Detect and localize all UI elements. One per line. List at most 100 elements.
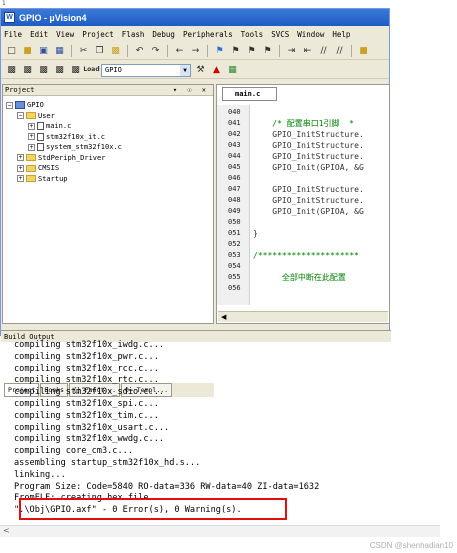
comment-icon[interactable]: //	[317, 45, 330, 58]
tree-item[interactable]: + Startup	[6, 174, 122, 185]
collapse-icon[interactable]: −	[17, 112, 24, 120]
expand-icon[interactable]: +	[17, 154, 24, 162]
line-number: 047	[228, 185, 241, 193]
open-folder-icon[interactable]: ■	[21, 45, 34, 58]
target-options-icon[interactable]: ⚒	[194, 64, 207, 77]
menu-peripherals[interactable]: Peripherals	[183, 30, 233, 39]
code-area[interactable]: /* 配置串口1引脚 * GPIO_InitStructure. GPIO_In…	[253, 107, 393, 294]
clear-bookmarks-icon[interactable]: ⚑	[261, 45, 274, 58]
paste-icon[interactable]: ▩	[109, 45, 122, 58]
project-panel-title: Project	[5, 86, 35, 94]
code-line: GPIO_Init(GPIOA, &G	[253, 207, 364, 216]
expand-icon[interactable]: +	[28, 133, 35, 141]
cut-icon[interactable]: ✂	[77, 45, 90, 58]
copy-icon[interactable]: ❐	[93, 45, 106, 58]
menu-window[interactable]: Window	[297, 30, 324, 39]
folder-icon	[26, 112, 36, 120]
line-numbers: 040 041 042 043 044 045 046 047 048 049 050 051 052 0…	[217, 107, 241, 294]
bookmark-icon[interactable]: ⚑	[213, 45, 226, 58]
build-output-line: compiling stm32f10x_spi.c...	[14, 398, 159, 409]
tree-item[interactable]: − GPIO	[6, 100, 122, 111]
undo-icon[interactable]: ↶	[133, 45, 146, 58]
line-number: 054	[228, 262, 241, 270]
uncomment-icon[interactable]: //	[333, 45, 346, 58]
menu-edit[interactable]: Edit	[30, 30, 48, 39]
editor-tab-main-c[interactable]: main.c	[222, 87, 277, 101]
rebuild-icon[interactable]: ▩	[37, 64, 50, 77]
menu-tools[interactable]: Tools	[241, 30, 264, 39]
expand-icon[interactable]: +	[28, 122, 35, 130]
build-output-text: compiling stm32f10x_iwdg.c... compiling s…	[14, 340, 354, 517]
menu-help[interactable]: Help	[332, 30, 350, 39]
nav-back-icon[interactable]: ←	[173, 45, 186, 58]
line-number: 041	[228, 119, 241, 127]
select-packs-icon[interactable]: ▦	[226, 64, 239, 77]
redo-icon[interactable]: ↷	[149, 45, 162, 58]
batch-build-icon[interactable]: ▩	[53, 64, 66, 77]
app-icon: W	[4, 12, 15, 23]
menu-svcs[interactable]: SVCS	[271, 30, 289, 39]
stop-build-icon[interactable]: ▩	[69, 64, 82, 77]
build-icon[interactable]: ▩	[21, 64, 34, 77]
project-icon	[15, 101, 25, 110]
file-toolbar: □ ■ ▣ ▦ ✂ ❐ ▩ ↶ ↷ ← → ⚑ ⚑ ⚑ ⚑ ⇥ ⇤ // // …	[1, 43, 389, 60]
line-number: 042	[228, 130, 241, 138]
tree-item-label: main.c	[46, 122, 72, 130]
line-number: 053	[228, 251, 241, 259]
build-output-line: compiling stm32f10x_usart.c...	[14, 422, 170, 433]
new-file-icon[interactable]: □	[5, 45, 18, 58]
menu-project[interactable]: Project	[82, 30, 114, 39]
toolbar-separator	[71, 45, 72, 57]
load-icon[interactable]: Load	[83, 64, 99, 77]
project-panel-header: Project ▾ ☉ ✕	[3, 85, 213, 96]
tree-item[interactable]: + stm32f10x_it.c	[6, 132, 122, 143]
nav-forward-icon[interactable]: →	[189, 45, 202, 58]
manage-components-icon[interactable]: ▲	[210, 64, 223, 77]
menu-debug[interactable]: Debug	[152, 30, 175, 39]
tree-item[interactable]: + main.c	[6, 121, 122, 132]
tree-item-label: User	[38, 111, 55, 120]
menu-flash[interactable]: Flash	[122, 30, 145, 39]
expand-icon[interactable]: +	[28, 143, 35, 151]
collapse-icon[interactable]: −	[6, 101, 13, 109]
target-select[interactable]: GPIO ▼	[101, 63, 191, 77]
unindent-icon[interactable]: ⇤	[301, 45, 314, 58]
build-output-line: assembling startup_stm32f10x_hd.s...	[14, 457, 201, 468]
toolbar-separator	[167, 45, 168, 57]
save-icon[interactable]: ▣	[37, 45, 50, 58]
find-in-files-icon[interactable]: ■	[357, 45, 370, 58]
line-number: 046	[228, 174, 241, 182]
code-line: /*********************	[253, 251, 359, 260]
panel-controls-icon[interactable]: ▾ ☉ ✕	[173, 85, 209, 96]
code-line: GPIO_InitStructure.	[253, 185, 364, 194]
code-line: }	[253, 229, 258, 238]
save-all-icon[interactable]: ▦	[53, 45, 66, 58]
menu-view[interactable]: View	[56, 30, 74, 39]
tree-item[interactable]: − User	[6, 111, 122, 122]
target-value: GPIO	[105, 65, 122, 74]
expand-icon[interactable]: +	[17, 175, 24, 183]
expand-icon[interactable]: +	[17, 164, 24, 172]
tree-item[interactable]: + CMSIS	[6, 163, 122, 174]
menu-bar: File Edit View Project Flash Debug Perip…	[1, 27, 389, 41]
tree-item-label: CMSIS	[38, 164, 60, 172]
build-output-line: compiling stm32f10x_iwdg.c...	[14, 340, 165, 350]
build-output-scrollbar[interactable]: <	[0, 525, 440, 537]
uvision-window: W GPIO - µVision4 File Edit View Project…	[0, 8, 391, 397]
toolbar-separator	[127, 45, 128, 57]
tree-item-label: StdPeriph_Driver	[38, 153, 106, 162]
tree-item[interactable]: + StdPeriph_Driver	[6, 153, 122, 164]
prev-bookmark-icon[interactable]: ⚑	[229, 45, 242, 58]
translate-icon[interactable]: ▩	[5, 64, 18, 77]
tree-item[interactable]: + system_stm32f10x.c	[6, 142, 122, 153]
line-number: 050	[228, 218, 241, 226]
indent-icon[interactable]: ⇥	[285, 45, 298, 58]
project-panel: Project ▾ ☉ ✕ − GPIO − User + main.c + stm32f10…	[2, 84, 214, 397]
editor-panel: main.c 040 041 042 043 044 045 046 047 048 049 050…	[216, 84, 390, 324]
next-bookmark-icon[interactable]: ⚑	[245, 45, 258, 58]
menu-file[interactable]: File	[4, 30, 22, 39]
editor-horizontal-scrollbar[interactable]: ◀	[218, 311, 388, 322]
